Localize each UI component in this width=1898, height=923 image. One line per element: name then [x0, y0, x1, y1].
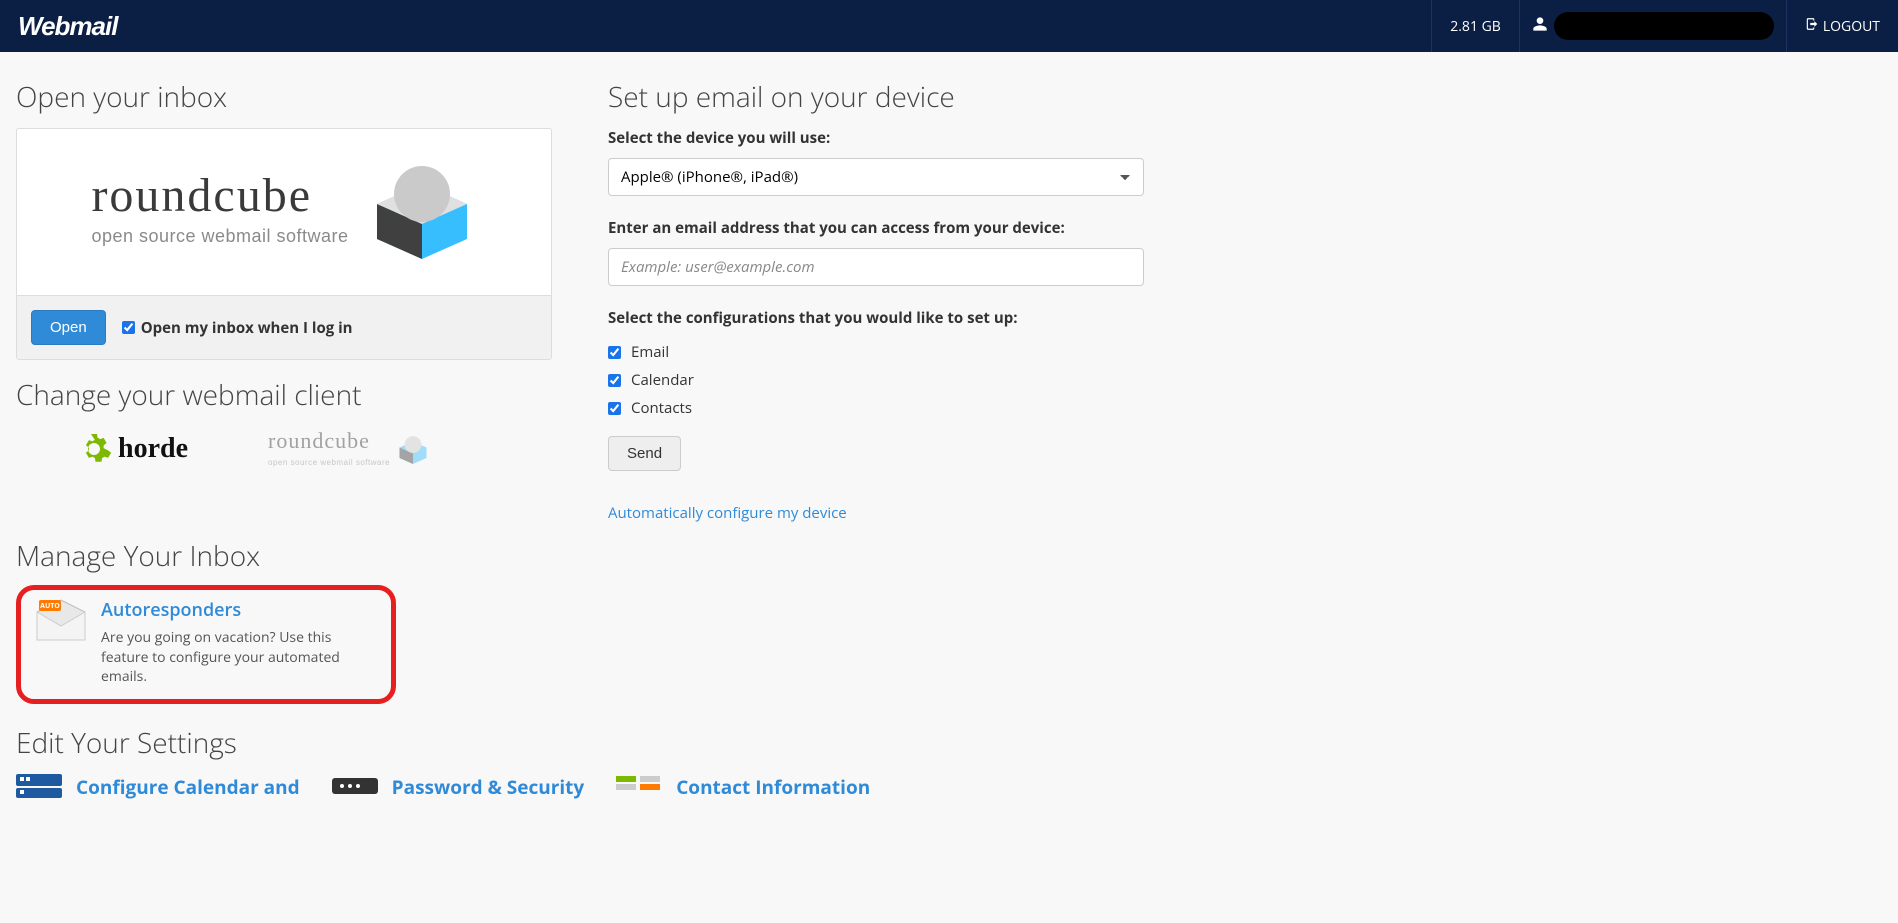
edit-settings-heading: Edit Your Settings — [16, 724, 552, 762]
settings-grid: Configure Calendar and Password & Securi… — [16, 774, 552, 800]
settings-item-password: Password & Security — [332, 774, 585, 800]
password-link[interactable]: Password & Security — [392, 774, 585, 800]
header-right: 2.81 GB LOGOUT — [1431, 0, 1898, 52]
autoresponders-text: Autoresponders Are you going on vacation… — [101, 598, 377, 687]
email-input[interactable] — [608, 248, 1144, 286]
left-column: Open your inbox roundcube open source we… — [16, 62, 552, 800]
email-input-label: Enter an email address that you can acce… — [608, 218, 1144, 238]
config-checkbox-email[interactable] — [608, 346, 621, 359]
auto-open-checkbox[interactable] — [122, 321, 135, 334]
roundcube-small-icon — [396, 434, 430, 464]
config-row-contacts[interactable]: Contacts — [608, 394, 1144, 422]
settings-item-calendar: Configure Calendar and — [16, 774, 300, 800]
roundcube-text: roundcube open source webmail software — [91, 172, 348, 247]
config-label-contacts: Contacts — [631, 398, 692, 418]
device-select-label: Select the device you will use: — [608, 128, 1144, 148]
config-row-calendar[interactable]: Calendar — [608, 366, 1144, 394]
roundcube-tagline: open source webmail software — [91, 226, 348, 247]
inbox-card: roundcube open source webmail software O… — [16, 128, 552, 360]
storage-usage[interactable]: 2.81 GB — [1431, 0, 1519, 52]
client-option-horde[interactable]: horde — [76, 431, 188, 467]
autoresponders-icon: AUTO — [35, 598, 87, 642]
open-inbox-button[interactable]: Open — [31, 310, 106, 345]
config-label-calendar: Calendar — [631, 370, 694, 390]
roundcube-logo-icon — [367, 159, 477, 259]
roundcube-small-tagline: open source webmail software — [268, 458, 390, 467]
config-checkbox-calendar[interactable] — [608, 374, 621, 387]
device-setup-heading: Set up email on your device — [608, 78, 1144, 116]
inbox-card-footer: Open Open my inbox when I log in — [17, 295, 551, 359]
change-client-heading: Change your webmail client — [16, 376, 552, 414]
calendar-link[interactable]: Configure Calendar and — [76, 774, 300, 800]
config-row-email[interactable]: Email — [608, 338, 1144, 366]
svg-text:AUTO: AUTO — [40, 602, 60, 611]
auto-open-label: Open my inbox when I log in — [141, 318, 353, 338]
send-row: Send — [608, 436, 1144, 471]
user-menu[interactable] — [1519, 0, 1786, 52]
calendar-icon — [16, 774, 62, 798]
right-column: Set up email on your device Select the d… — [608, 62, 1144, 800]
config-label-email: Email — [631, 342, 669, 362]
user-email-redacted — [1554, 12, 1774, 40]
password-icon — [332, 774, 378, 798]
config-label: Select the configurations that you would… — [608, 308, 1144, 328]
config-list: Email Calendar Contacts — [608, 338, 1144, 422]
logout-button[interactable]: LOGOUT — [1786, 0, 1898, 52]
client-option-roundcube[interactable]: roundcube open source webmail software — [268, 430, 430, 467]
webmail-logo: Webmail — [18, 11, 117, 42]
main-container: Open your inbox roundcube open source we… — [0, 52, 1160, 810]
auto-open-row[interactable]: Open my inbox when I log in — [122, 318, 353, 338]
roundcube-small-name: roundcube — [268, 430, 370, 452]
autoresponders-desc: Are you going on vacation? Use this feat… — [101, 628, 377, 687]
inbox-card-body: roundcube open source webmail software — [17, 129, 551, 295]
user-icon — [1532, 15, 1548, 37]
send-button[interactable]: Send — [608, 436, 681, 471]
config-checkbox-contacts[interactable] — [608, 402, 621, 415]
logout-label: LOGOUT — [1823, 17, 1880, 36]
autoresponders-link[interactable]: Autoresponders — [101, 598, 377, 622]
logout-icon — [1805, 17, 1819, 36]
horde-label: horde — [118, 433, 188, 465]
autoresponders-row: AUTO Autoresponders Are you going on vac… — [16, 585, 396, 704]
roundcube-name: roundcube — [91, 172, 312, 220]
gear-icon — [76, 431, 112, 467]
manage-inbox-heading: Manage Your Inbox — [16, 537, 552, 575]
device-select[interactable]: Apple® (iPhone®, iPad®) — [608, 158, 1144, 196]
client-options: horde roundcube open source webmail soft… — [16, 430, 552, 467]
auto-configure-link[interactable]: Automatically configure my device — [608, 503, 847, 523]
top-header: Webmail 2.81 GB LOGOUT — [0, 0, 1898, 52]
open-inbox-heading: Open your inbox — [16, 78, 552, 116]
